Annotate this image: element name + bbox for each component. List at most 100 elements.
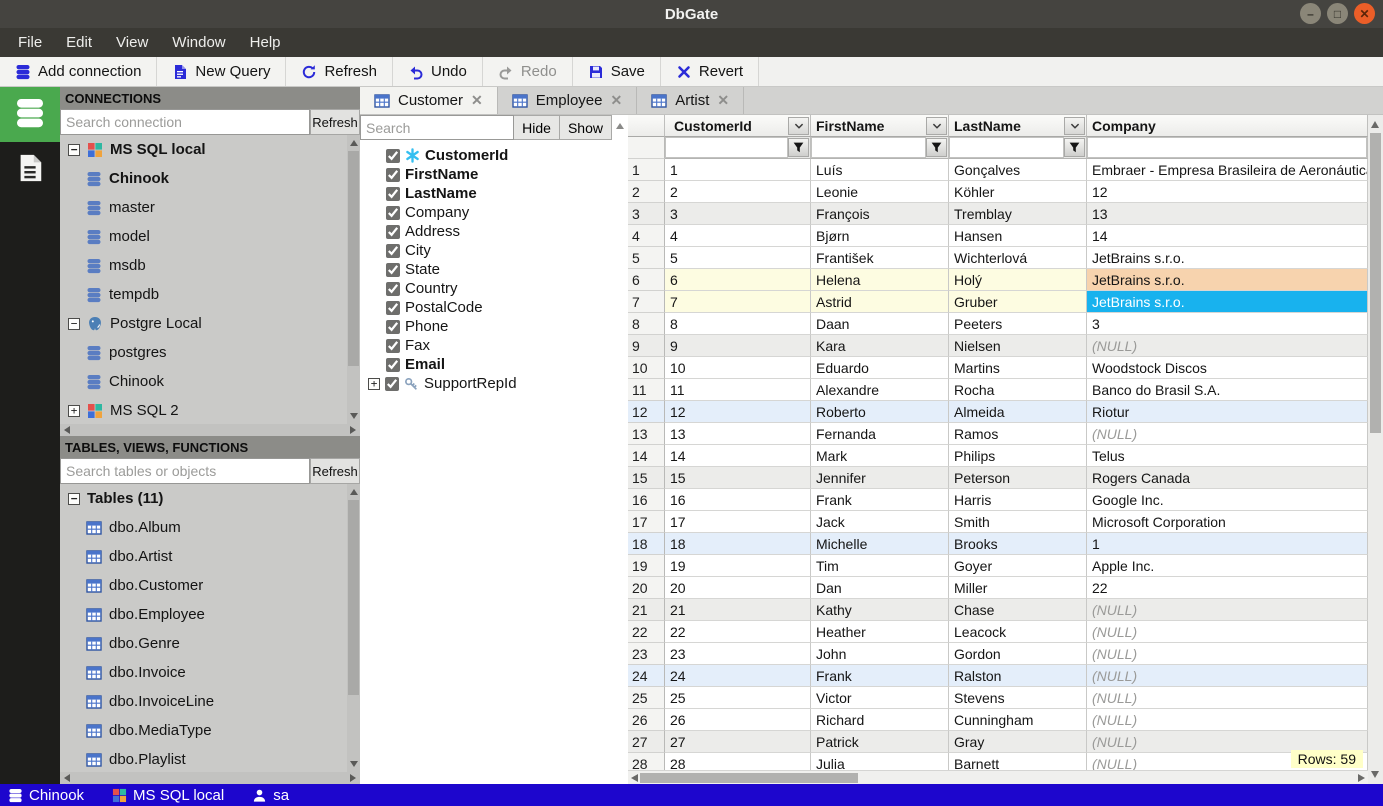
table-item[interactable]: dbo.Invoice — [60, 658, 360, 687]
data-cell[interactable]: Patrick — [811, 731, 949, 753]
data-cell[interactable]: Eduardo — [811, 357, 949, 379]
table-item[interactable]: dbo.Playlist — [60, 745, 360, 772]
data-cell[interactable]: Kara — [811, 335, 949, 357]
row-number[interactable]: 23 — [628, 643, 665, 665]
tables-hscrollbar[interactable] — [60, 772, 360, 784]
connections-nav-button[interactable] — [0, 87, 60, 142]
menu-item-file[interactable]: File — [8, 31, 52, 54]
connections-vscrollbar[interactable] — [347, 135, 360, 424]
data-cell[interactable]: 5 — [665, 247, 811, 269]
data-cell[interactable]: Helena — [811, 269, 949, 291]
data-cell[interactable]: 21 — [665, 599, 811, 621]
data-cell[interactable]: Tremblay — [949, 203, 1087, 225]
data-cell[interactable]: 19 — [665, 555, 811, 577]
data-cell[interactable]: 26 — [665, 709, 811, 731]
tables-group[interactable]: − Tables (11) — [60, 484, 360, 513]
connection-item[interactable]: Chinook — [60, 367, 360, 396]
data-cell[interactable]: Leacock — [949, 621, 1087, 643]
data-cell[interactable]: 14 — [665, 445, 811, 467]
data-cell[interactable]: Wichterlová — [949, 247, 1087, 269]
data-cell[interactable]: Victor — [811, 687, 949, 709]
statusbar-chinook[interactable]: Chinook — [8, 787, 84, 804]
data-cell[interactable]: Harris — [949, 489, 1087, 511]
column-checkbox[interactable] — [386, 186, 400, 201]
data-cell[interactable]: 2 — [665, 181, 811, 203]
data-cell[interactable]: Apple Inc. — [1087, 555, 1368, 577]
save-button[interactable]: Save — [572, 57, 661, 86]
column-toggle-row[interactable]: City — [366, 241, 612, 260]
data-cell[interactable]: 22 — [665, 621, 811, 643]
filter-input-company[interactable] — [1087, 137, 1367, 158]
data-cell[interactable]: Frank — [811, 665, 949, 687]
column-checkbox[interactable] — [386, 205, 400, 220]
filter-input-lastname[interactable] — [949, 137, 1064, 158]
data-cell[interactable]: Rocha — [949, 379, 1087, 401]
menu-item-edit[interactable]: Edit — [56, 31, 102, 54]
data-cell[interactable]: 13 — [665, 423, 811, 445]
row-number[interactable]: 3 — [628, 203, 665, 225]
columns-panel-scrollbar[interactable] — [612, 115, 628, 784]
data-cell[interactable]: Luís — [811, 159, 949, 181]
data-cell[interactable]: Almeida — [949, 401, 1087, 423]
data-cell[interactable]: 14 — [1087, 225, 1368, 247]
row-number[interactable]: 17 — [628, 511, 665, 533]
column-checkbox[interactable] — [386, 243, 400, 258]
data-cell[interactable]: JetBrains s.r.o. — [1087, 291, 1368, 313]
column-header-customerid[interactable]: CustomerId — [665, 115, 811, 137]
data-cell[interactable]: (NULL) — [1087, 643, 1368, 665]
filter-button[interactable] — [926, 138, 947, 157]
row-number[interactable]: 12 — [628, 401, 665, 423]
data-cell[interactable]: Alexandre — [811, 379, 949, 401]
tables-vscrollbar[interactable] — [347, 484, 360, 772]
collapse-icon[interactable]: − — [68, 317, 80, 330]
data-cell[interactable]: Microsoft Corporation — [1087, 511, 1368, 533]
table-item[interactable]: dbo.Artist — [60, 542, 360, 571]
column-checkbox[interactable] — [385, 376, 399, 391]
column-menu-button[interactable] — [1064, 116, 1085, 135]
minimize-button[interactable]: – — [1300, 3, 1321, 24]
tab-close-icon[interactable]: ✕ — [717, 92, 729, 109]
column-toggle-row[interactable]: FirstName — [366, 165, 612, 184]
data-cell[interactable]: Heather — [811, 621, 949, 643]
data-cell[interactable]: Tim — [811, 555, 949, 577]
data-cell[interactable]: Gonçalves — [949, 159, 1087, 181]
row-number[interactable]: 6 — [628, 269, 665, 291]
connection-item[interactable]: model — [60, 222, 360, 251]
data-cell[interactable]: 12 — [665, 401, 811, 423]
data-cell[interactable]: Goyer — [949, 555, 1087, 577]
data-cell[interactable]: 16 — [665, 489, 811, 511]
data-cell[interactable]: Frank — [811, 489, 949, 511]
data-cell[interactable]: 1 — [665, 159, 811, 181]
column-toggle-row[interactable]: Address — [366, 222, 612, 241]
column-toggle-row[interactable]: + SupportRepId — [366, 374, 612, 393]
data-cell[interactable]: Miller — [949, 577, 1087, 599]
data-cell[interactable]: Google Inc. — [1087, 489, 1368, 511]
column-checkbox[interactable] — [386, 357, 400, 372]
revert-button[interactable]: Revert — [660, 57, 760, 86]
data-cell[interactable]: Gruber — [949, 291, 1087, 313]
table-item[interactable]: dbo.MediaType — [60, 716, 360, 745]
connection-item[interactable]: master — [60, 193, 360, 222]
expand-icon[interactable]: + — [68, 404, 80, 417]
data-cell[interactable]: (NULL) — [1087, 687, 1368, 709]
row-number[interactable]: 9 — [628, 335, 665, 357]
connection-item[interactable]: postgres — [60, 338, 360, 367]
menu-item-help[interactable]: Help — [240, 31, 291, 54]
grid-vscrollbar[interactable] — [1368, 115, 1383, 784]
column-toggle-row[interactable]: PostalCode — [366, 298, 612, 317]
tab-employee[interactable]: Employee ✕ — [497, 87, 638, 114]
tab-artist[interactable]: Artist ✕ — [637, 87, 745, 114]
data-cell[interactable]: 3 — [665, 203, 811, 225]
new-query-button[interactable]: New Query — [157, 57, 287, 86]
data-cell[interactable]: 1 — [1087, 533, 1368, 555]
filter-button[interactable] — [1064, 138, 1085, 157]
column-header-firstname[interactable]: FirstName — [811, 115, 949, 137]
files-nav-button[interactable] — [0, 142, 60, 197]
data-cell[interactable]: Riotur — [1087, 401, 1368, 423]
data-cell[interactable]: 25 — [665, 687, 811, 709]
column-toggle-row[interactable]: CustomerId — [366, 146, 612, 165]
data-cell[interactable]: Banco do Brasil S.A. — [1087, 379, 1368, 401]
data-cell[interactable]: 8 — [665, 313, 811, 335]
data-cell[interactable]: Ralston — [949, 665, 1087, 687]
data-cell[interactable]: 20 — [665, 577, 811, 599]
